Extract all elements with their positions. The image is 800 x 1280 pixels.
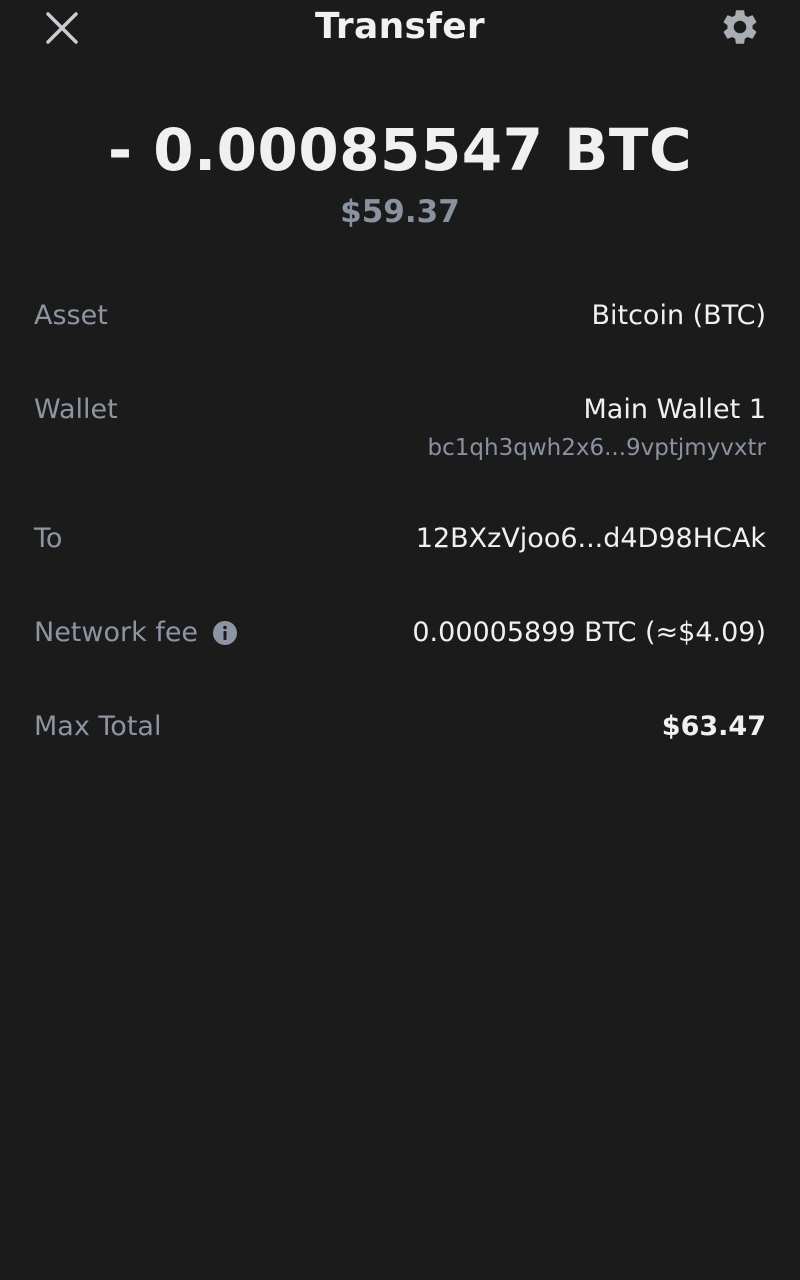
network-fee-label: Network fee xyxy=(34,617,199,648)
max-total-label: Max Total xyxy=(34,711,162,742)
to-label: To xyxy=(34,523,63,554)
wallet-label: Wallet xyxy=(34,394,118,425)
transfer-fiat-value: $59.37 xyxy=(340,194,460,230)
gear-icon xyxy=(723,10,757,44)
top-bar: Transfer xyxy=(0,0,800,60)
to-row: To 12BXzVjoo6...d4D98HCAk xyxy=(34,523,766,554)
info-icon[interactable] xyxy=(212,620,238,646)
wallet-name: Main Wallet 1 xyxy=(583,394,766,425)
asset-label: Asset xyxy=(34,300,108,331)
wallet-row: Wallet Main Wallet 1 bc1qh3qwh2x6...9vpt… xyxy=(34,394,766,461)
max-total-value: $63.47 xyxy=(661,711,766,742)
settings-button[interactable] xyxy=(716,4,764,50)
asset-value: Bitcoin (BTC) xyxy=(591,300,766,331)
network-fee-row: Network fee 0.00005899 BTC (≈$4.09) xyxy=(34,617,766,648)
transfer-amount: - 0.00085547 BTC xyxy=(107,116,693,184)
to-address: 12BXzVjoo6...d4D98HCAk xyxy=(415,523,766,554)
asset-row: Asset Bitcoin (BTC) xyxy=(34,300,766,331)
page-title: Transfer xyxy=(315,6,485,47)
network-fee-label-group: Network fee xyxy=(34,617,238,648)
max-total-row: Max Total $63.47 xyxy=(34,711,766,742)
wallet-address: bc1qh3qwh2x6...9vptjmyvxtr xyxy=(427,435,766,461)
network-fee-value: 0.00005899 BTC (≈$4.09) xyxy=(412,617,766,648)
